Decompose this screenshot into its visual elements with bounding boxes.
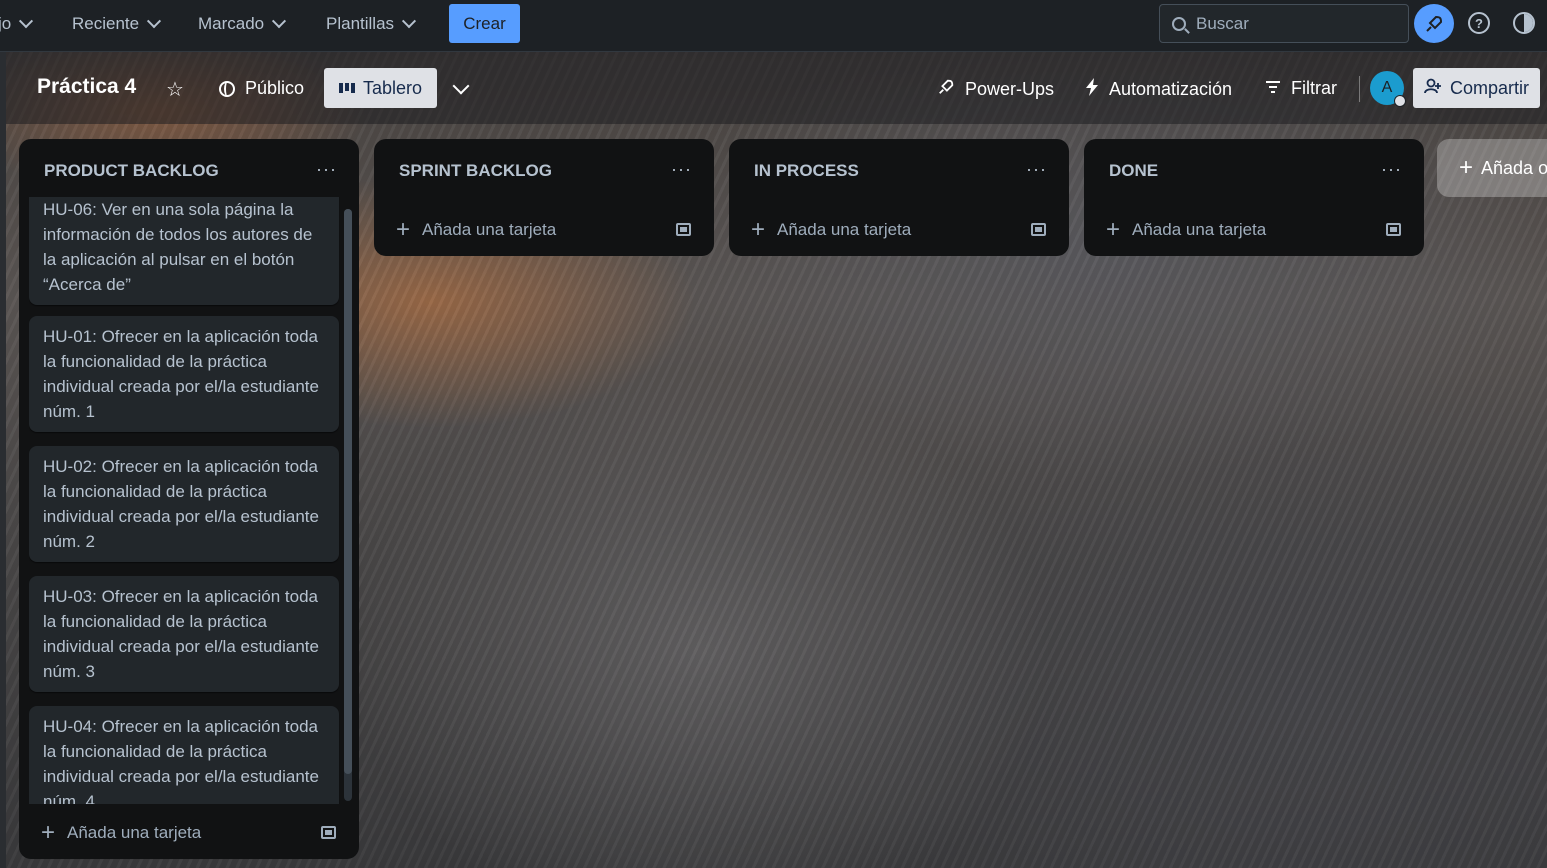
automation-button[interactable]: Automatización xyxy=(1085,78,1232,101)
help-icon[interactable]: ? xyxy=(1468,12,1490,34)
add-list-button[interactable]: + Añada o xyxy=(1437,139,1547,197)
search-icon xyxy=(1172,16,1186,31)
filter-label: Filtrar xyxy=(1291,78,1337,98)
card[interactable]: HU-01: Ofrecer en la aplicación toda la … xyxy=(29,316,339,432)
visibility-label: Público xyxy=(245,78,305,98)
list-done: DONE ··· + Añada una tarjeta xyxy=(1084,139,1424,256)
globe-icon xyxy=(219,80,235,97)
card[interactable]: HU-02: Ofrecer en la aplicación toda la … xyxy=(29,446,339,562)
add-user-icon xyxy=(1424,78,1442,99)
plus-icon: + xyxy=(1106,216,1121,243)
power-ups-button[interactable]: Power-Ups xyxy=(937,78,1054,101)
list-title[interactable]: PRODUCT BACKLOG xyxy=(44,161,219,181)
add-list-label: Añada o xyxy=(1481,157,1547,178)
card-template-icon[interactable] xyxy=(1386,223,1401,236)
add-card-button[interactable]: + Añada una tarjeta xyxy=(396,218,556,242)
card[interactable]: HU-04: Ofrecer en la aplicación toda la … xyxy=(29,706,339,804)
list-title[interactable]: DONE xyxy=(1109,161,1158,181)
share-label: Compartir xyxy=(1449,77,1529,98)
plus-icon: + xyxy=(751,216,766,243)
ellipsis-icon[interactable]: ··· xyxy=(316,159,337,180)
nav-starred[interactable]: Marcado xyxy=(198,9,287,39)
nav-templates-label: Plantillas xyxy=(326,14,395,33)
plus-icon: + xyxy=(1459,154,1474,181)
nav-workspaces-label: jo xyxy=(0,14,12,33)
theme-icon[interactable] xyxy=(1513,12,1535,34)
nav-starred-label: Marcado xyxy=(198,14,265,33)
nav-templates[interactable]: Plantillas xyxy=(326,9,417,39)
nav-workspaces[interactable]: jo xyxy=(0,9,34,39)
scrollbar-thumb[interactable] xyxy=(344,209,352,774)
add-card-button[interactable]: + Añada una tarjeta xyxy=(1106,218,1266,242)
nav-recent[interactable]: Reciente xyxy=(72,9,162,39)
filter-icon xyxy=(1265,78,1281,99)
ellipsis-icon[interactable]: ··· xyxy=(671,159,692,180)
list-title[interactable]: IN PROCESS xyxy=(754,161,859,181)
top-navigation: jo Reciente Marcado Plantillas Crear Bus… xyxy=(0,0,1547,52)
lightning-icon xyxy=(1085,78,1099,101)
admin-badge-icon xyxy=(1394,95,1406,107)
ellipsis-icon[interactable]: ··· xyxy=(1381,159,1402,180)
card-list: HU-06: Ver en una sola página la informa… xyxy=(29,197,341,804)
power-ups-label: Power-Ups xyxy=(965,79,1055,99)
sidebar-collapsed-strip[interactable] xyxy=(0,52,6,868)
add-card-label: Añada una tarjeta xyxy=(1132,220,1267,239)
add-card-button[interactable]: + Añada una tarjeta xyxy=(41,821,201,845)
automation-label: Automatización xyxy=(1109,79,1233,99)
chevron-down-icon xyxy=(147,14,162,29)
avatar[interactable]: A xyxy=(1370,71,1406,107)
chevron-down-icon xyxy=(272,14,287,29)
ellipsis-icon[interactable]: ··· xyxy=(1026,159,1047,180)
create-button[interactable]: Crear xyxy=(449,4,520,43)
add-card-label: Añada una tarjeta xyxy=(67,823,202,842)
list-title[interactable]: SPRINT BACKLOG xyxy=(399,161,552,181)
card[interactable]: HU-03: Ofrecer en la aplicación toda la … xyxy=(29,576,339,692)
nav-recent-label: Reciente xyxy=(72,14,140,33)
card-template-icon[interactable] xyxy=(676,223,691,236)
header-divider xyxy=(1359,76,1360,102)
board-view-button[interactable]: Tablero xyxy=(324,68,437,108)
list-sprint-backlog: SPRINT BACKLOG ··· + Añada una tarjeta xyxy=(374,139,714,256)
board-view-icon xyxy=(338,83,355,93)
chevron-down-icon xyxy=(401,14,417,29)
filter-button[interactable]: Filtrar xyxy=(1265,78,1337,99)
share-button[interactable]: Compartir xyxy=(1413,68,1540,108)
add-card-label: Añada una tarjeta xyxy=(777,220,912,239)
board-title[interactable]: Práctica 4 xyxy=(37,75,136,99)
visibility-button[interactable]: Público xyxy=(219,78,304,99)
card[interactable]: HU-06: Ver en una sola página la informa… xyxy=(29,197,339,305)
search-placeholder: Buscar xyxy=(1196,13,1249,33)
board-view-label: Tablero xyxy=(362,77,423,98)
rocket-icon[interactable] xyxy=(1414,4,1454,43)
star-icon[interactable]: ☆ xyxy=(166,77,184,102)
add-card-button[interactable]: + Añada una tarjeta xyxy=(751,218,911,242)
search-input[interactable]: Buscar xyxy=(1159,4,1409,43)
rocket-icon xyxy=(937,78,955,101)
list-in-process: IN PROCESS ··· + Añada una tarjeta xyxy=(729,139,1069,256)
list-product-backlog: PRODUCT BACKLOG ··· HU-06: Ver en una so… xyxy=(19,139,359,859)
card-template-icon[interactable] xyxy=(1031,223,1046,236)
add-card-label: Añada una tarjeta xyxy=(422,220,557,239)
plus-icon: + xyxy=(396,216,411,243)
avatar-initial: A xyxy=(1381,79,1393,96)
chevron-down-icon xyxy=(19,14,34,29)
card-template-icon[interactable] xyxy=(321,826,336,839)
plus-icon: + xyxy=(41,819,56,846)
